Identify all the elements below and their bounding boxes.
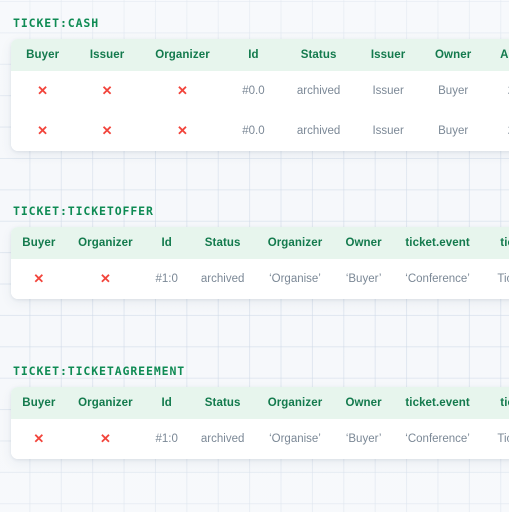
section-ticket-cash: TICKET:CASH Buyer Issuer Organizer Id St… <box>0 16 509 151</box>
cell-amount: 200.0 <box>485 111 509 151</box>
delete-x-icon[interactable]: ✕ <box>177 84 188 97</box>
column-header-issuer[interactable]: Issuer <box>74 39 140 71</box>
section-title-ticket-ticketagreement: TICKET:TICKETAGREEMENT <box>13 364 186 378</box>
column-header-id[interactable]: Id <box>144 227 189 259</box>
delete-x-icon[interactable]: ✕ <box>100 432 111 445</box>
section-title-ticket-ticketoffer: TICKET:TICKETOFFER <box>13 204 154 218</box>
column-header-ticket-c[interactable]: ticket.c <box>482 227 509 259</box>
header-row: Buyer Organizer Id Status Organizer Owne… <box>11 387 509 419</box>
delete-x-icon[interactable]: ✕ <box>33 272 44 285</box>
delete-x-icon[interactable]: ✕ <box>177 124 188 137</box>
column-header-id[interactable]: Id <box>144 387 189 419</box>
column-header-organizer-2[interactable]: Organizer <box>256 387 334 419</box>
cell-organizer-delete[interactable]: ✕ <box>66 259 145 300</box>
cell-organizer: ‘Organise’ <box>255 259 335 300</box>
column-header-owner[interactable]: Owner <box>421 39 485 71</box>
section-title-ticket-cash: TICKET:CASH <box>13 16 100 30</box>
cell-organizer-delete[interactable]: ✕ <box>139 111 226 151</box>
cell-buyer-delete[interactable]: ✕ <box>11 111 75 151</box>
cell-id: #1:0 <box>144 419 190 460</box>
cell-ticket-event: ‘Conference’ <box>393 259 482 300</box>
delete-x-icon[interactable]: ✕ <box>100 272 111 285</box>
column-header-status[interactable]: Status <box>189 387 256 419</box>
cell-buyer-delete[interactable]: ✕ <box>11 259 67 300</box>
table-row[interactable]: ✕ ✕ ✕ #0.0 archived Issuer Buyer 200.0 <box>11 71 509 111</box>
cell-buyer-delete[interactable]: ✕ <box>11 71 75 111</box>
cell-owner: ‘Buyer’ <box>334 419 394 460</box>
table-card-ticket-cash: Buyer Issuer Organizer Id Status Issuer … <box>11 39 509 151</box>
table-row[interactable]: ✕ ✕ ✕ #0.0 archived Issuer Buyer 200.0 <box>11 111 509 151</box>
cell-ticket-c: Ticket:C V <box>481 419 509 460</box>
cell-organizer-delete[interactable]: ✕ <box>139 71 226 111</box>
cell-ticket-event: ‘Conference’ <box>393 419 482 460</box>
table-row[interactable]: ✕ ✕ #1:0 archived ‘Organise’ ‘Buyer’ ‘Co… <box>11 259 509 300</box>
cell-status: archived <box>281 71 356 111</box>
column-header-buyer[interactable]: Buyer <box>11 227 67 259</box>
header-row: Buyer Organizer Id Status Organizer Owne… <box>11 227 509 259</box>
table-header-ticket-cash: Buyer Issuer Organizer Id Status Issuer … <box>11 39 509 71</box>
header-row: Buyer Issuer Organizer Id Status Issuer … <box>11 39 509 71</box>
cell-status: archived <box>281 111 356 151</box>
cell-issuer-delete[interactable]: ✕ <box>74 71 140 111</box>
delete-x-icon[interactable]: ✕ <box>33 432 44 445</box>
cell-issuer: Issuer <box>355 111 421 151</box>
column-header-status[interactable]: Status <box>282 39 355 71</box>
table-body-ticket-cash: ✕ ✕ ✕ #0.0 archived Issuer Buyer 200.0 ✕… <box>11 71 509 151</box>
column-header-owner[interactable]: Owner <box>334 227 393 259</box>
table-card-ticket-ticketoffer: Buyer Organizer Id Status Organizer Owne… <box>11 227 509 300</box>
column-header-owner[interactable]: Owner <box>334 387 393 419</box>
page-root: TICKET:CASH Buyer Issuer Organizer Id St… <box>0 0 509 512</box>
cell-organizer-delete[interactable]: ✕ <box>66 419 145 460</box>
cell-id: #0.0 <box>225 71 282 111</box>
column-header-ticket-c[interactable]: ticket.c <box>482 387 509 419</box>
delete-x-icon[interactable]: ✕ <box>102 84 113 97</box>
cell-buyer-delete[interactable]: ✕ <box>11 419 67 460</box>
cell-ticket-c: Ticket:C V <box>481 259 509 300</box>
column-header-buyer[interactable]: Buyer <box>11 387 67 419</box>
column-header-buyer[interactable]: Buyer <box>11 39 74 71</box>
column-header-issuer-2[interactable]: Issuer <box>355 39 421 71</box>
table-header-ticket-ticketagreement: Buyer Organizer Id Status Organizer Owne… <box>11 387 509 419</box>
table-body-ticket-ticketoffer: ✕ ✕ #1:0 archived ‘Organise’ ‘Buyer’ ‘Co… <box>11 259 509 300</box>
section-ticket-ticketoffer: TICKET:TICKETOFFER Buyer Organizer Id St… <box>0 204 509 300</box>
column-header-organizer[interactable]: Organizer <box>67 227 144 259</box>
column-header-ticket-event[interactable]: ticket.event <box>393 227 482 259</box>
column-header-ticket-event[interactable]: ticket.event <box>393 387 482 419</box>
cell-status: archived <box>189 419 256 460</box>
table-ticket-cash: Buyer Issuer Organizer Id Status Issuer … <box>11 39 509 151</box>
column-header-organizer[interactable]: Organizer <box>67 387 144 419</box>
column-header-organizer-2[interactable]: Organizer <box>256 227 334 259</box>
delete-x-icon[interactable]: ✕ <box>37 84 48 97</box>
column-header-amount[interactable]: Amount <box>485 39 509 71</box>
cell-issuer: Issuer <box>355 71 421 111</box>
column-header-status[interactable]: Status <box>189 227 256 259</box>
delete-x-icon[interactable]: ✕ <box>37 124 48 137</box>
table-header-ticket-ticketoffer: Buyer Organizer Id Status Organizer Owne… <box>11 227 509 259</box>
cell-status: archived <box>189 259 256 300</box>
table-ticket-ticketagreement: Buyer Organizer Id Status Organizer Owne… <box>11 387 509 460</box>
cell-owner: ‘Buyer’ <box>334 259 394 300</box>
cell-organizer: ‘Organise’ <box>255 419 335 460</box>
column-header-organizer[interactable]: Organizer <box>140 39 225 71</box>
table-card-ticket-ticketagreement: Buyer Organizer Id Status Organizer Owne… <box>11 387 509 460</box>
cell-id: #1:0 <box>144 259 190 300</box>
cell-amount: 200.0 <box>485 71 509 111</box>
section-ticket-ticketagreement: TICKET:TICKETAGREEMENT Buyer Organizer I… <box>0 364 509 460</box>
cell-issuer-delete[interactable]: ✕ <box>74 111 140 151</box>
table-body-ticket-ticketagreement: ✕ ✕ #1:0 archived ‘Organise’ ‘Buyer’ ‘Co… <box>11 419 509 460</box>
column-header-id[interactable]: Id <box>225 39 282 71</box>
cell-owner: Buyer <box>420 71 486 111</box>
delete-x-icon[interactable]: ✕ <box>102 124 113 137</box>
cell-id: #0.0 <box>225 111 282 151</box>
cell-owner: Buyer <box>420 111 486 151</box>
table-ticket-ticketoffer: Buyer Organizer Id Status Organizer Owne… <box>11 227 509 300</box>
table-row[interactable]: ✕ ✕ #1:0 archived ‘Organise’ ‘Buyer’ ‘Co… <box>11 419 509 460</box>
